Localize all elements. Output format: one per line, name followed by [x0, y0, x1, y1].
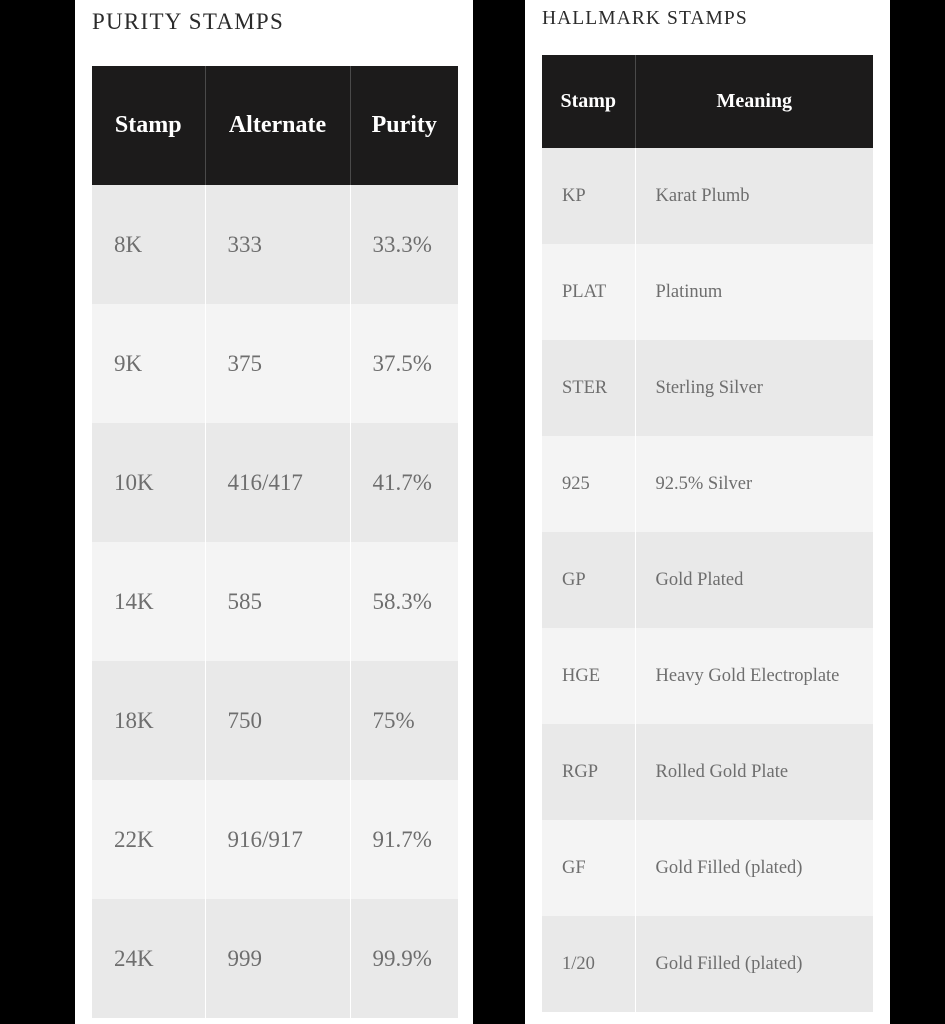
- cell-meaning: Gold Plated: [635, 532, 873, 628]
- table-row: PLAT Platinum: [542, 244, 873, 340]
- hallmark-table-body: KP Karat Plumb PLAT Platinum STER Sterli…: [542, 148, 873, 1012]
- cell-stamp: STER: [542, 340, 636, 436]
- cell-alternate: 333: [205, 185, 351, 304]
- cell-meaning: Rolled Gold Plate: [635, 724, 873, 820]
- cell-meaning: 92.5% Silver: [635, 436, 873, 532]
- cell-purity: 37.5%: [350, 304, 458, 423]
- column-header-stamp: Stamp: [542, 55, 636, 148]
- table-row: KP Karat Plumb: [542, 148, 873, 244]
- cell-stamp: HGE: [542, 628, 636, 724]
- cell-meaning: Heavy Gold Electroplate: [635, 628, 873, 724]
- purity-stamps-panel: PURITY STAMPS Stamp Alternate Purity 8K …: [75, 0, 473, 1024]
- table-row: 9K 375 37.5%: [92, 304, 458, 423]
- cell-stamp: 18K: [92, 661, 206, 780]
- table-row: 18K 750 75%: [92, 661, 458, 780]
- cell-alternate: 375: [205, 304, 351, 423]
- cell-purity: 41.7%: [350, 423, 458, 542]
- table-row: 1/20 Gold Filled (plated): [542, 916, 873, 1012]
- hallmark-table-header: Stamp Meaning: [542, 55, 873, 148]
- cell-meaning: Karat Plumb: [635, 148, 873, 244]
- table-row: STER Sterling Silver: [542, 340, 873, 436]
- cell-alternate: 916/917: [205, 780, 351, 899]
- purity-table-body: 8K 333 33.3% 9K 375 37.5% 10K 416/417 41…: [92, 185, 458, 1018]
- hallmark-stamps-table: Stamp Meaning KP Karat Plumb PLAT Platin…: [542, 55, 873, 1012]
- table-row: 10K 416/417 41.7%: [92, 423, 458, 542]
- table-header-row: Stamp Alternate Purity: [92, 66, 458, 185]
- cell-purity: 91.7%: [350, 780, 458, 899]
- column-header-purity: Purity: [349, 66, 458, 185]
- cell-stamp: 8K: [92, 185, 206, 304]
- table-row: 14K 585 58.3%: [92, 542, 458, 661]
- table-row: HGE Heavy Gold Electroplate: [542, 628, 873, 724]
- cell-purity: 33.3%: [350, 185, 458, 304]
- column-header-alternate: Alternate: [204, 66, 351, 185]
- cell-purity: 58.3%: [350, 542, 458, 661]
- cell-alternate: 416/417: [205, 423, 351, 542]
- table-row: 22K 916/917 91.7%: [92, 780, 458, 899]
- screen-root: PURITY STAMPS Stamp Alternate Purity 8K …: [0, 0, 945, 1024]
- table-row: 925 92.5% Silver: [542, 436, 873, 532]
- cell-stamp: 24K: [92, 899, 206, 1018]
- purity-table-header: Stamp Alternate Purity: [92, 66, 458, 185]
- cell-stamp: 10K: [92, 423, 206, 542]
- cell-purity: 99.9%: [350, 899, 458, 1018]
- cell-purity: 75%: [350, 661, 458, 780]
- table-row: 8K 333 33.3%: [92, 185, 458, 304]
- cell-stamp: 22K: [92, 780, 206, 899]
- cell-stamp: GP: [542, 532, 636, 628]
- cell-meaning: Sterling Silver: [635, 340, 873, 436]
- cell-stamp: 9K: [92, 304, 206, 423]
- cell-stamp: 14K: [92, 542, 206, 661]
- column-header-stamp: Stamp: [92, 66, 206, 185]
- cell-alternate: 585: [205, 542, 351, 661]
- purity-stamps-title: PURITY STAMPS: [92, 9, 285, 34]
- cell-stamp: 925: [542, 436, 636, 532]
- cell-meaning: Gold Filled (plated): [635, 820, 873, 916]
- purity-stamps-table: Stamp Alternate Purity 8K 333 33.3% 9K 3…: [92, 66, 458, 1018]
- cell-stamp: PLAT: [542, 244, 636, 340]
- cell-stamp: 1/20: [542, 916, 636, 1012]
- cell-stamp: KP: [542, 148, 636, 244]
- cell-stamp: GF: [542, 820, 636, 916]
- cell-alternate: 999: [205, 899, 351, 1018]
- column-header-meaning: Meaning: [634, 55, 873, 148]
- cell-meaning: Platinum: [635, 244, 873, 340]
- cell-stamp: RGP: [542, 724, 636, 820]
- cell-meaning: Gold Filled (plated): [635, 916, 873, 1012]
- table-row: GF Gold Filled (plated): [542, 820, 873, 916]
- hallmark-stamps-title: HALLMARK STAMPS: [542, 8, 748, 29]
- cell-alternate: 750: [205, 661, 351, 780]
- table-row: RGP Rolled Gold Plate: [542, 724, 873, 820]
- table-row: GP Gold Plated: [542, 532, 873, 628]
- hallmark-stamps-panel: HALLMARK STAMPS Stamp Meaning KP Karat P…: [525, 0, 890, 1024]
- table-row: 24K 999 99.9%: [92, 899, 458, 1018]
- table-header-row: Stamp Meaning: [542, 55, 873, 148]
